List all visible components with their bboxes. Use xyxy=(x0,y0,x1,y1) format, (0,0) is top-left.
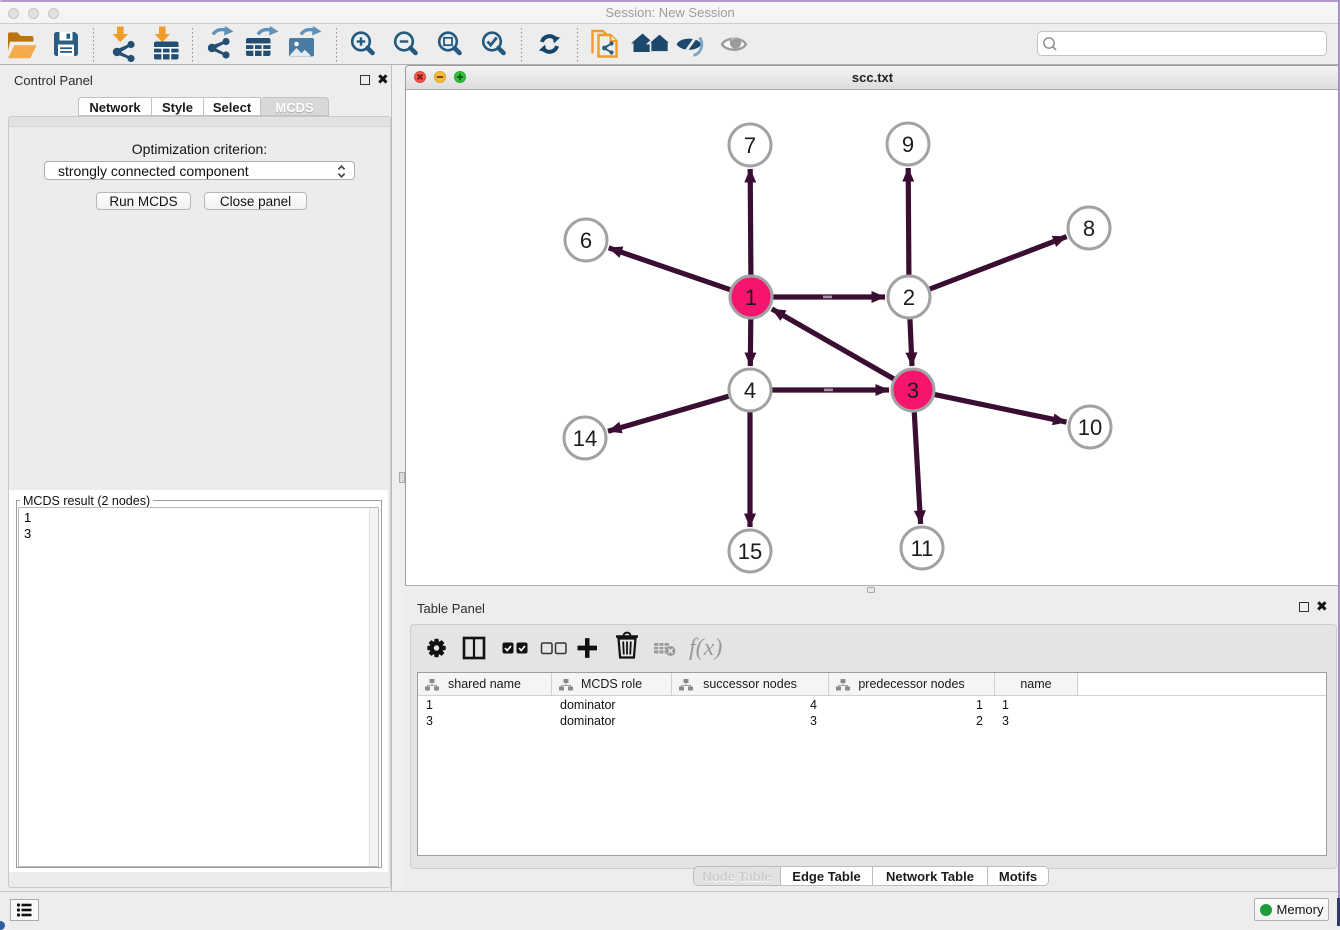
svg-text:7: 7 xyxy=(744,133,756,158)
svg-text:14: 14 xyxy=(573,426,597,451)
svg-text:9: 9 xyxy=(902,132,914,157)
svg-text:1: 1 xyxy=(745,285,757,310)
svg-text:f(x): f(x) xyxy=(689,635,722,661)
svg-text:15: 15 xyxy=(738,539,762,564)
svg-text:10: 10 xyxy=(1078,415,1102,440)
svg-text:11: 11 xyxy=(911,536,934,561)
svg-text:6: 6 xyxy=(580,228,592,253)
svg-text:3: 3 xyxy=(907,378,919,403)
svg-text:8: 8 xyxy=(1083,216,1095,241)
svg-text:2: 2 xyxy=(903,285,915,310)
svg-text:4: 4 xyxy=(744,378,756,403)
